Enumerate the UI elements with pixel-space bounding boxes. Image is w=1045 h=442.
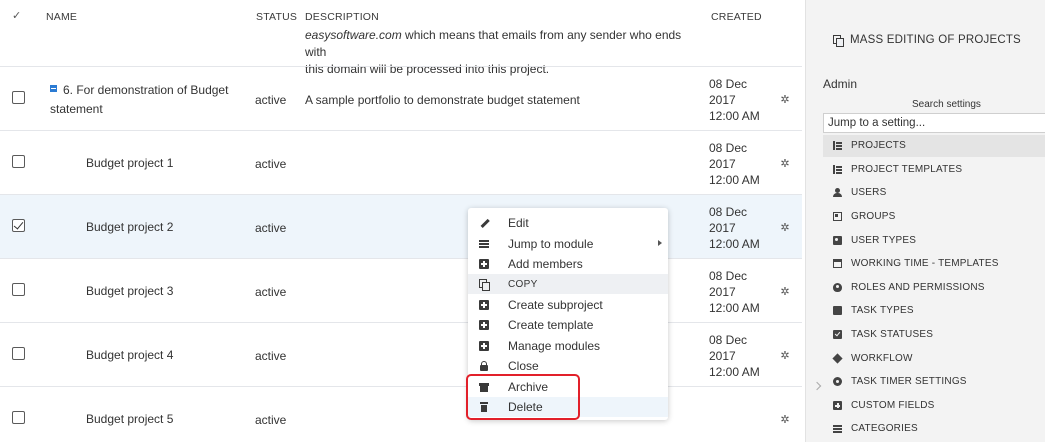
- copy-icon: [479, 279, 490, 291]
- plus-square-icon: [479, 341, 489, 351]
- status-value: active: [255, 413, 287, 427]
- status-value: active: [255, 157, 287, 171]
- project-name[interactable]: Budget project 3: [86, 282, 173, 301]
- created-value: 08 Dec 2017 12:00 AM: [709, 333, 760, 379]
- table-row[interactable]: Budget project 2 active 08 Dec 2017 12:00 …: [0, 194, 802, 258]
- group-icon: [833, 212, 842, 221]
- plus-square-icon: [479, 300, 489, 310]
- copy-icon: [833, 35, 844, 47]
- gear-icon[interactable]: ✲: [779, 222, 791, 234]
- chevron-right-icon[interactable]: [812, 381, 822, 391]
- shield-icon: [833, 283, 842, 292]
- projects-table: ✓ NAME STATUS DESCRIPTION CREATED easyso…: [0, 0, 802, 442]
- search-settings-input[interactable]: [823, 113, 1045, 133]
- gear-icon: [833, 377, 842, 386]
- collapse-toggle-icon[interactable]: [50, 85, 57, 92]
- sidebar-item-workflow[interactable]: WORKFLOW: [823, 348, 1045, 370]
- menu-item-add-members[interactable]: Add members: [468, 254, 668, 274]
- gear-icon[interactable]: ✲: [779, 158, 791, 170]
- created-value: 08 Dec 2017 12:00 AM: [709, 141, 760, 187]
- gear-icon[interactable]: ✲: [779, 350, 791, 362]
- sidebar-item-projects[interactable]: PROJECTS: [823, 135, 1045, 157]
- list-icon: [833, 424, 842, 433]
- column-header-status[interactable]: STATUS: [256, 11, 297, 23]
- row-checkbox[interactable]: [12, 411, 25, 424]
- menu-item-jump-to-module[interactable]: Jump to module: [468, 234, 668, 254]
- email-domain-text: easysoftware.com: [305, 28, 402, 42]
- sidebar-item-categories[interactable]: CATEGORIES: [823, 418, 1045, 440]
- gear-icon[interactable]: ✲: [779, 94, 791, 106]
- project-name[interactable]: Budget project 5: [86, 410, 173, 429]
- sidebar-item-groups[interactable]: GROUPS: [823, 206, 1045, 228]
- sidebar-item-task-statuses[interactable]: TASK STATUSES: [823, 324, 1045, 346]
- plus-square-icon: [833, 401, 842, 410]
- tree-icon: [833, 141, 842, 150]
- status-value: active: [255, 221, 287, 235]
- menu-item-create-template[interactable]: Create template: [468, 315, 668, 335]
- sidebar-item-project-templates[interactable]: PROJECT TEMPLATES: [823, 159, 1045, 181]
- sidebar-item-working-time-templates[interactable]: WORKING TIME - TEMPLATES: [823, 253, 1045, 275]
- plus-square-icon: [479, 320, 489, 330]
- table-row[interactable]: Budget project 5 active ✲: [0, 386, 802, 442]
- project-name[interactable]: Budget project 1: [86, 154, 173, 173]
- row-checkbox[interactable]: [12, 91, 25, 104]
- project-name[interactable]: Budget project 2: [86, 218, 173, 237]
- tree-icon: [833, 165, 842, 174]
- column-header-name[interactable]: NAME: [46, 11, 77, 23]
- sidebar-item-custom-fields[interactable]: CUSTOM FIELDS: [823, 395, 1045, 417]
- user-icon: [833, 188, 842, 197]
- menu-item-close[interactable]: Close: [468, 356, 668, 376]
- diamond-icon: [832, 353, 843, 364]
- row-checkbox[interactable]: [12, 347, 25, 360]
- row-checkbox[interactable]: [12, 219, 25, 232]
- select-all-toggle[interactable]: ✓: [12, 9, 21, 22]
- table-row[interactable]: Budget project 4 active 08 Dec 2017 12:00 …: [0, 322, 802, 386]
- row-checkbox[interactable]: [12, 155, 25, 168]
- project-name[interactable]: 6. For demonstration of Budget statement: [50, 81, 228, 119]
- column-header-description[interactable]: DESCRIPTION: [305, 11, 379, 23]
- table-row[interactable]: 6. For demonstration of Budget statement…: [0, 66, 802, 130]
- table-row[interactable]: Budget project 1 active 08 Dec 2017 12:00 …: [0, 130, 802, 194]
- checkbox-icon: [833, 330, 842, 339]
- menu-item-create-subproject[interactable]: Create subproject: [468, 295, 668, 315]
- created-value: 08 Dec 2017 12:00 AM: [709, 205, 760, 251]
- status-value: active: [255, 93, 287, 107]
- sidebar-item-task-timer-settings[interactable]: TASK TIMER SETTINGS: [823, 371, 1045, 393]
- list-icon: [479, 239, 489, 249]
- created-value: 08 Dec 2017 12:00 AM: [709, 77, 760, 123]
- sidebar-item-users[interactable]: USERS: [823, 182, 1045, 204]
- pencil-icon: [479, 218, 489, 228]
- sidebar-section-title: Admin: [823, 77, 858, 91]
- table-row[interactable]: Budget project 3 active 08 Dec 2017 12:00 …: [0, 258, 802, 322]
- mass-editing-link[interactable]: MASS EDITING OF PROJECTS: [850, 34, 1021, 46]
- gear-icon[interactable]: ✲: [779, 286, 791, 298]
- menu-item-edit[interactable]: Edit: [468, 213, 668, 233]
- plus-square-icon: [479, 259, 489, 269]
- sidebar-item-roles-and-permissions[interactable]: ROLES AND PERMISSIONS: [823, 277, 1045, 299]
- created-value: 08 Dec 2017 12:00 AM: [709, 269, 760, 315]
- admin-sidebar: MASS EDITING OF PROJECTS Admin Search se…: [805, 0, 1045, 442]
- calendar-icon: [833, 259, 842, 268]
- search-settings-label: Search settings: [912, 99, 981, 110]
- description-value: A sample portfolio to demonstrate budget…: [305, 93, 580, 107]
- gear-icon[interactable]: ✲: [779, 414, 791, 426]
- sidebar-item-task-types[interactable]: TASK TYPES: [823, 300, 1045, 322]
- chevron-right-icon: [658, 240, 662, 246]
- id-card-icon: [833, 236, 842, 245]
- annotation-highlight-box: [466, 374, 580, 420]
- status-value: active: [255, 285, 287, 299]
- menu-item-copy[interactable]: COPY: [468, 274, 668, 294]
- menu-item-manage-modules[interactable]: Manage modules: [468, 336, 668, 356]
- project-name[interactable]: Budget project 4: [86, 346, 173, 365]
- sidebar-item-user-types[interactable]: USER TYPES: [823, 230, 1045, 252]
- lock-icon: [479, 361, 489, 371]
- box-icon: [833, 306, 842, 315]
- row-checkbox[interactable]: [12, 283, 25, 296]
- status-value: active: [255, 349, 287, 363]
- column-header-created[interactable]: CREATED: [711, 11, 762, 23]
